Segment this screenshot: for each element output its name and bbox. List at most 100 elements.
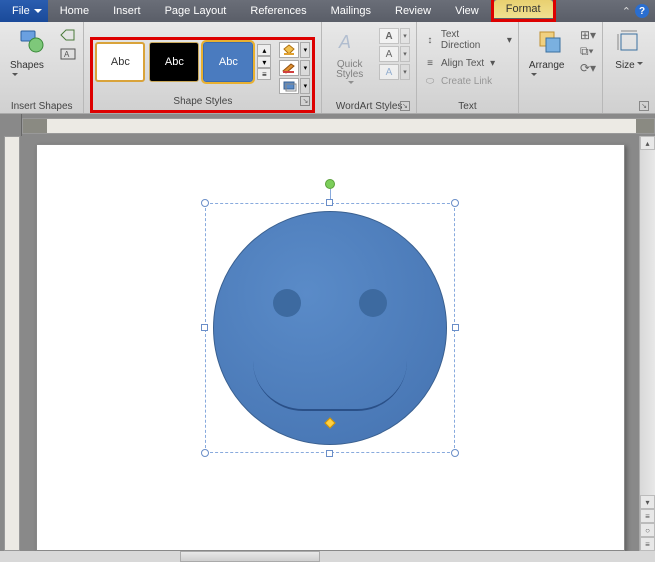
shapes-icon bbox=[15, 26, 47, 58]
tab-review[interactable]: Review bbox=[383, 0, 443, 22]
text-direction-button[interactable]: ↕Text Direction▾ bbox=[423, 28, 512, 52]
align-text-icon: ≡ bbox=[423, 57, 437, 69]
create-link-button[interactable]: ⬭Create Link bbox=[423, 74, 492, 88]
group-label-shape-styles: Shape Styles ↘ bbox=[95, 94, 310, 108]
gallery-down-icon[interactable]: ▾ bbox=[257, 56, 271, 68]
group-label-text: Text bbox=[423, 99, 512, 113]
shape-effects-dropdown[interactable]: ▾ bbox=[300, 78, 310, 94]
text-effects-dropdown[interactable]: ▾ bbox=[400, 64, 410, 80]
align-text-button[interactable]: ≡Align Text▾ bbox=[423, 56, 495, 70]
quick-styles-label: Quick Styles bbox=[332, 60, 367, 90]
handle-ne[interactable] bbox=[451, 199, 459, 207]
tab-mailings[interactable]: Mailings bbox=[319, 0, 383, 22]
quick-styles-icon: A bbox=[334, 26, 366, 58]
group-label-size: ↘ bbox=[609, 110, 649, 113]
size-button[interactable]: Size bbox=[609, 24, 649, 73]
edit-shape-icon[interactable] bbox=[59, 28, 77, 45]
shape-styles-launcher[interactable]: ↘ bbox=[300, 96, 310, 106]
group-insert-shapes: Shapes A Insert Shapes bbox=[0, 22, 84, 113]
shape-effects-button[interactable]: ▾ bbox=[279, 78, 310, 94]
arrange-icon bbox=[534, 26, 566, 58]
handle-e[interactable] bbox=[452, 324, 459, 331]
shapes-button[interactable]: Shapes bbox=[6, 24, 55, 84]
align-icon[interactable]: ⊞▾ bbox=[580, 28, 596, 42]
shape-fill-dropdown[interactable]: ▾ bbox=[300, 42, 310, 58]
document-page[interactable] bbox=[36, 144, 625, 551]
handle-w[interactable] bbox=[201, 324, 208, 331]
link-icon: ⬭ bbox=[423, 75, 437, 87]
style-preset-3[interactable]: Abc bbox=[203, 42, 253, 82]
ribbon: Shapes A Insert Shapes Abc Abc Abc ▴ ▾ ≡ bbox=[0, 22, 655, 114]
prev-page-icon[interactable]: ≡ bbox=[640, 509, 655, 523]
wordart-launcher[interactable]: ↘ bbox=[400, 101, 410, 111]
browse-object-icon[interactable]: ○ bbox=[640, 523, 655, 537]
svg-text:A: A bbox=[64, 50, 70, 59]
horizontal-ruler-bar bbox=[0, 114, 655, 136]
group-label-insert-shapes: Insert Shapes bbox=[6, 99, 77, 113]
text-effects-button[interactable]: A▾ bbox=[379, 64, 410, 80]
horizontal-scrollbar[interactable] bbox=[0, 551, 655, 562]
quick-styles-button[interactable]: A Quick Styles bbox=[328, 24, 371, 92]
group-icon[interactable]: ⧉▾ bbox=[580, 44, 596, 59]
shapes-label: Shapes bbox=[10, 60, 51, 82]
text-outline-dropdown[interactable]: ▾ bbox=[400, 46, 410, 62]
vertical-scrollbar[interactable]: ▴ ▾ ≡ ○ ≡ bbox=[639, 136, 655, 551]
text-effects-icon: A bbox=[379, 64, 399, 80]
vertical-ruler[interactable] bbox=[0, 136, 22, 551]
rotate-icon[interactable]: ⟳▾ bbox=[580, 61, 596, 75]
shape-selection[interactable] bbox=[205, 203, 455, 453]
tab-home[interactable]: Home bbox=[48, 0, 101, 22]
handle-n[interactable] bbox=[326, 199, 333, 206]
smiley-eye-right bbox=[359, 289, 387, 317]
tab-references[interactable]: References bbox=[238, 0, 318, 22]
handle-s[interactable] bbox=[326, 450, 333, 457]
handle-sw[interactable] bbox=[201, 449, 209, 457]
group-arrange: Arrange ⊞▾ ⧉▾ ⟳▾ . bbox=[519, 22, 603, 113]
help-icon[interactable]: ? bbox=[635, 4, 649, 18]
hscroll-thumb[interactable] bbox=[180, 551, 320, 562]
handle-nw[interactable] bbox=[201, 199, 209, 207]
size-label: Size bbox=[615, 60, 642, 71]
text-outline-button[interactable]: A▾ bbox=[379, 46, 410, 62]
style-preset-1[interactable]: Abc bbox=[95, 42, 145, 82]
tab-format[interactable]: Format bbox=[494, 0, 553, 18]
group-wordart-styles: A Quick Styles A▾ A▾ A▾ WordArt Styles ↘ bbox=[322, 22, 417, 113]
text-box-icon[interactable]: A bbox=[59, 47, 77, 64]
workspace: ▴ ▾ ≡ ○ ≡ bbox=[0, 136, 655, 551]
minimize-ribbon-icon[interactable]: ⌃ bbox=[622, 5, 631, 18]
tab-page-layout[interactable]: Page Layout bbox=[153, 0, 239, 22]
tab-bar: File Home Insert Page Layout References … bbox=[0, 0, 655, 22]
size-launcher[interactable]: ↘ bbox=[639, 101, 649, 111]
group-label-wordart: WordArt Styles ↘ bbox=[328, 99, 410, 113]
svg-text:A: A bbox=[338, 32, 351, 52]
smiley-eye-left bbox=[273, 289, 301, 317]
tab-insert[interactable]: Insert bbox=[101, 0, 153, 22]
group-shape-styles: Abc Abc Abc ▴ ▾ ≡ ▾ ▾ bbox=[84, 22, 322, 113]
tab-view[interactable]: View bbox=[443, 0, 491, 22]
text-fill-dropdown[interactable]: ▾ bbox=[400, 28, 410, 44]
pen-icon bbox=[279, 60, 299, 76]
gallery-more-icon[interactable]: ≡ bbox=[257, 68, 271, 80]
bucket-icon bbox=[279, 42, 299, 58]
scroll-down-icon[interactable]: ▾ bbox=[640, 495, 655, 509]
shape-outline-dropdown[interactable]: ▾ bbox=[300, 60, 310, 76]
scroll-up-icon[interactable]: ▴ bbox=[640, 136, 655, 150]
tab-file[interactable]: File bbox=[0, 0, 48, 22]
shape-fill-button[interactable]: ▾ bbox=[279, 42, 310, 58]
rotation-handle[interactable] bbox=[325, 179, 335, 189]
shape-outline-button[interactable]: ▾ bbox=[279, 60, 310, 76]
next-page-icon[interactable]: ≡ bbox=[640, 537, 655, 551]
text-fill-button[interactable]: A▾ bbox=[379, 28, 410, 44]
smiley-shape[interactable] bbox=[213, 211, 447, 445]
gallery-up-icon[interactable]: ▴ bbox=[257, 44, 271, 56]
horizontal-ruler[interactable] bbox=[22, 118, 655, 134]
arrange-label: Arrange bbox=[529, 60, 572, 82]
size-icon bbox=[613, 26, 645, 58]
group-size: Size ↘ bbox=[603, 22, 655, 113]
shape-styles-gallery[interactable]: Abc Abc Abc ▴ ▾ ≡ bbox=[95, 42, 271, 82]
text-fill-icon: A bbox=[379, 28, 399, 44]
handle-se[interactable] bbox=[451, 449, 459, 457]
text-direction-icon: ↕ bbox=[423, 34, 437, 46]
arrange-button[interactable]: Arrange bbox=[525, 24, 576, 84]
style-preset-2[interactable]: Abc bbox=[149, 42, 199, 82]
